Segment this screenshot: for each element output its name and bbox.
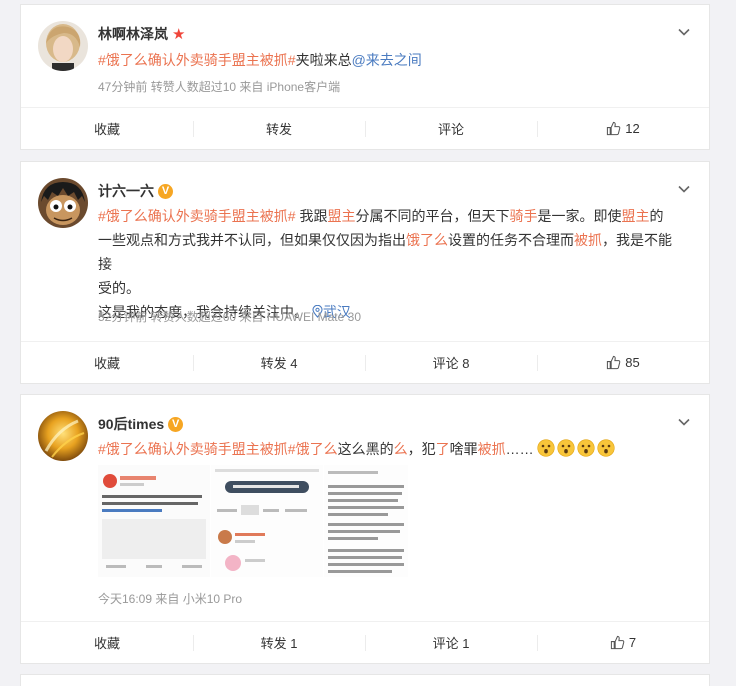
post-card: 林啊林泽岚 ★ #饿了么确认外卖骑手盟主被抓#夹啦来总@来去之间 47分钟前 转… bbox=[20, 4, 710, 150]
thumb-up-icon bbox=[607, 121, 621, 136]
topic-link[interactable]: #饿了么确认外卖骑手盟主被抓# bbox=[98, 441, 296, 457]
action-bar: 收藏 转发 4 评论 8 85 bbox=[21, 341, 709, 383]
collect-button[interactable]: 收藏 bbox=[21, 622, 193, 663]
repost-button[interactable]: 转发 4 bbox=[193, 342, 365, 383]
post-source: 来自 HUAWEI Mate 30 bbox=[239, 310, 361, 324]
chevron-down-icon[interactable] bbox=[677, 182, 691, 196]
topic-link[interactable]: #饿了么确认外卖骑手盟主被抓# bbox=[98, 208, 296, 224]
chevron-down-icon[interactable] bbox=[677, 25, 691, 39]
topic-link[interactable]: #饿了么确认外卖骑手盟主被抓# bbox=[98, 52, 296, 68]
post-meta: 今天16:09 来自 小米10 Pro bbox=[98, 590, 242, 607]
shocked-face-emoji bbox=[557, 439, 576, 457]
chevron-down-icon[interactable] bbox=[677, 415, 691, 429]
post-source: 来自 iPhone客户端 bbox=[239, 80, 341, 94]
post-time[interactable]: 47分钟前 bbox=[98, 80, 147, 94]
comment-button[interactable]: 评论 bbox=[365, 108, 537, 149]
post-content: #饿了么确认外卖骑手盟主被抓# 我跟盟主分属不同的平台，但天下骑手是一家。即使盟… bbox=[98, 208, 672, 320]
post-time[interactable]: 今天16:09 bbox=[98, 592, 152, 606]
post-source: 来自 小米10 Pro bbox=[155, 592, 243, 606]
comment-button[interactable]: 评论 8 bbox=[365, 342, 537, 383]
post-content: #饿了么确认外卖骑手盟主被抓#饿了么这么黑的么，犯了啥罪被抓…… bbox=[98, 437, 679, 461]
like-button[interactable]: 7 bbox=[537, 622, 709, 663]
like-button[interactable]: 12 bbox=[537, 108, 709, 149]
post-meta: 47分钟前 转赞人数超过10 来自 iPhone客户端 bbox=[98, 78, 340, 95]
action-bar: 收藏 转发 评论 12 bbox=[21, 107, 709, 149]
verified-v-icon: V bbox=[158, 183, 173, 199]
avatar[interactable] bbox=[38, 178, 88, 228]
member-star-icon: ★ bbox=[172, 25, 186, 43]
post-image[interactable] bbox=[211, 465, 323, 577]
post-meta: 52分钟前 转赞人数超过60 来自 HUAWEI Mate 30 bbox=[98, 308, 361, 325]
image-gallery bbox=[98, 465, 578, 577]
like-button[interactable]: 85 bbox=[537, 342, 709, 383]
verified-v-icon: V bbox=[168, 416, 184, 432]
repost-count-text: 转赞人数超过10 bbox=[150, 80, 237, 94]
post-card: 计六一六 V #饿了么确认外卖骑手盟主被抓# 我跟盟主分属不同的平台，但天下骑手… bbox=[20, 161, 710, 384]
avatar[interactable] bbox=[38, 21, 88, 71]
user-name[interactable]: 计六一六 V bbox=[98, 181, 173, 201]
mention-link[interactable]: @来去之间 bbox=[352, 52, 422, 68]
post-image[interactable] bbox=[98, 465, 210, 577]
post-image[interactable] bbox=[324, 465, 408, 577]
action-bar: 收藏 转发 1 评论 1 7 bbox=[21, 621, 709, 663]
post-card bbox=[20, 674, 710, 686]
repost-count-text: 转赞人数超过60 bbox=[150, 310, 237, 324]
avatar[interactable] bbox=[38, 411, 88, 461]
user-name[interactable]: 林啊林泽岚 ★ bbox=[98, 24, 185, 44]
shocked-face-emoji bbox=[537, 439, 556, 457]
post-time[interactable]: 52分钟前 bbox=[98, 310, 147, 324]
shocked-face-emoji bbox=[577, 439, 596, 457]
thumb-up-icon bbox=[607, 355, 621, 370]
repost-button[interactable]: 转发 1 bbox=[193, 622, 365, 663]
comment-button[interactable]: 评论 1 bbox=[365, 622, 537, 663]
thumb-up-icon bbox=[610, 635, 625, 650]
user-name[interactable]: 90后times V bbox=[98, 414, 184, 434]
post-content: #饿了么确认外卖骑手盟主被抓#夹啦来总@来去之间 bbox=[98, 52, 422, 68]
collect-button[interactable]: 收藏 bbox=[21, 342, 193, 383]
post-card: 90后times V #饿了么确认外卖骑手盟主被抓#饿了么这么黑的么，犯了啥罪被… bbox=[20, 394, 710, 664]
collect-button[interactable]: 收藏 bbox=[21, 108, 193, 149]
shocked-face-emoji bbox=[597, 439, 616, 457]
weibo-feed: 林啊林泽岚 ★ #饿了么确认外卖骑手盟主被抓#夹啦来总@来去之间 47分钟前 转… bbox=[0, 0, 736, 686]
repost-button[interactable]: 转发 bbox=[193, 108, 365, 149]
